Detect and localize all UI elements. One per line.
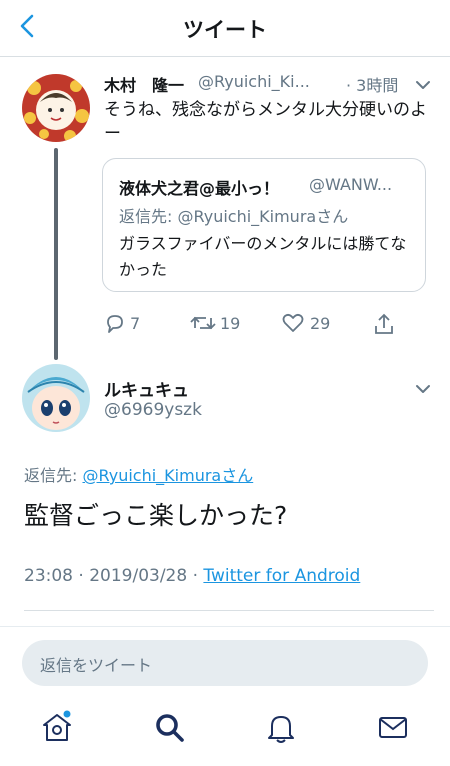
reply-icon xyxy=(107,315,123,333)
reply-input[interactable]: 返信をツイート xyxy=(22,640,428,686)
author-handle[interactable]: @6969yszk xyxy=(104,400,202,420)
tab-notifications[interactable] xyxy=(264,710,298,744)
quoted-author-handle: @WANW... xyxy=(309,175,393,194)
page-title: ツイート xyxy=(183,18,267,42)
avatar-image xyxy=(22,74,90,142)
reply-placeholder: 返信をツイート xyxy=(40,656,153,675)
quoted-text: ガラスファイバーのメンタルには勝てなかった xyxy=(119,234,407,279)
quoted-tweet[interactable]: 液体犬之君@最小っ！ @WANW... 返信先: @Ryuichi_Kimura… xyxy=(102,158,426,292)
like-button[interactable]: 29 xyxy=(282,312,342,336)
reply-count: 7 xyxy=(130,314,141,333)
avatar[interactable] xyxy=(22,364,90,432)
notifications-icon xyxy=(268,716,294,743)
tab-messages[interactable] xyxy=(376,710,410,744)
like-count: 29 xyxy=(310,314,331,333)
quoted-author-name: 液体犬之君@最小っ！ xyxy=(119,179,280,198)
retweet-count: 19 xyxy=(220,314,241,333)
tweet-timestamp: 23:08 · 2019/03/28 · xyxy=(24,566,204,586)
reply-to-line: 返信先: @Ryuichi_Kimuraさん xyxy=(24,462,253,486)
chevron-down-icon[interactable] xyxy=(414,76,432,94)
author-handle[interactable]: @Ryuichi_Ki... xyxy=(198,72,310,91)
avatar[interactable] xyxy=(22,74,90,142)
avatar-image xyxy=(22,364,90,432)
messages-icon xyxy=(379,717,407,738)
tab-home[interactable] xyxy=(40,710,74,744)
share-button[interactable] xyxy=(372,312,398,336)
tweet-meta: 23:08 · 2019/03/28 · Twitter for Android xyxy=(24,566,360,586)
reply-button[interactable]: 7 xyxy=(104,312,154,336)
author-name[interactable]: 木村 隆一 xyxy=(104,72,184,96)
divider xyxy=(0,626,450,627)
retweet-button[interactable]: 19 xyxy=(190,312,250,336)
chevron-down-icon[interactable] xyxy=(414,380,432,398)
author-name[interactable]: ルキュキュ xyxy=(104,376,189,401)
reply-to-link[interactable]: @Ryuichi_Kimuraさん xyxy=(82,466,253,485)
tweet-text: 監督ごっこ楽しかった? xyxy=(24,501,288,530)
tweet-time[interactable]: · 3時間 xyxy=(346,72,398,96)
reply-to-prefix: 返信先: xyxy=(24,466,83,485)
heart-icon xyxy=(282,313,304,332)
thread-line xyxy=(54,148,58,360)
tweet-source-link[interactable]: Twitter for Android xyxy=(203,566,360,586)
share-icon xyxy=(375,313,393,334)
retweet-icon xyxy=(190,316,216,330)
tweet-text: そうね、残念ながらメンタル大分硬いのよー xyxy=(104,100,427,144)
quoted-reply-to: 返信先: @Ryuichi_Kimuraさん xyxy=(119,207,349,226)
search-icon xyxy=(156,714,184,742)
divider xyxy=(24,610,434,611)
home-icon xyxy=(43,710,71,741)
tab-search[interactable] xyxy=(152,710,186,744)
